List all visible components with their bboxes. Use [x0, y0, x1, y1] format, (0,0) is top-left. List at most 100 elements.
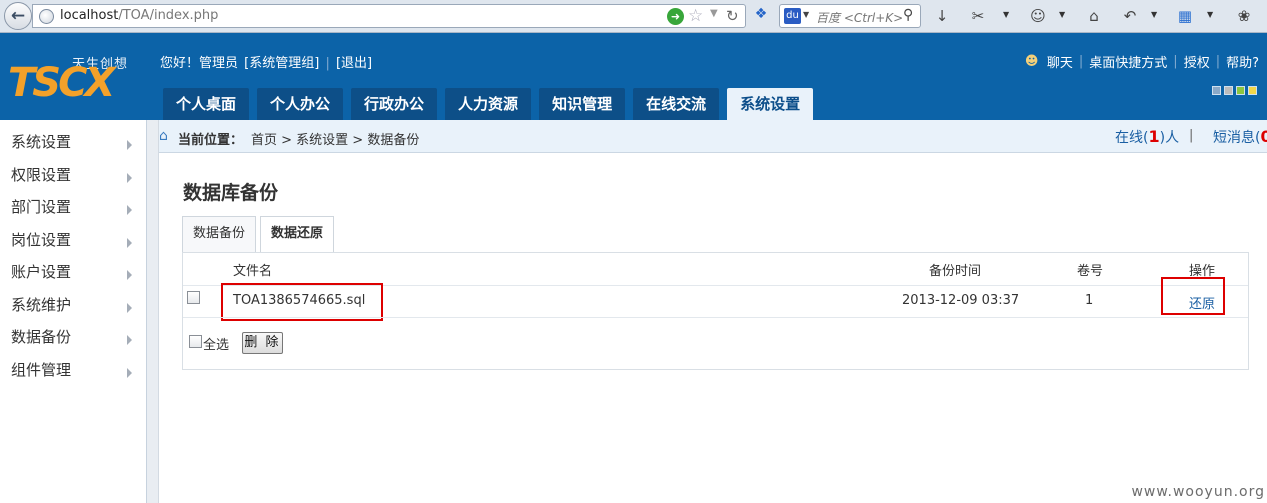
sidebar: 系统设置 权限设置 部门设置 岗位设置 账户设置 系统维护 数据备份 组件管理: [0, 120, 147, 503]
apps-dropdown-icon[interactable]: ▼: [1207, 10, 1213, 19]
skin-gray-dot[interactable]: [1224, 86, 1233, 95]
tab-data-restore[interactable]: 数据还原: [260, 216, 335, 253]
search-engine-dropdown-icon[interactable]: ▼: [803, 10, 809, 19]
skin-green-dot[interactable]: [1236, 86, 1245, 95]
search-placeholder: 百度 <Ctrl+K>: [816, 11, 904, 25]
bookmark-star-icon[interactable]: ☆: [688, 6, 703, 26]
sidebar-item-label: 系统维护: [11, 295, 72, 314]
row-volume: 1: [1085, 293, 1094, 308]
search-engine-box[interactable]: du ▼ 百度 <Ctrl+K> ⚲: [779, 4, 921, 28]
welcome-group: [系统管理组]: [244, 56, 320, 71]
sms-count: 0: [1260, 127, 1267, 146]
home-icon: ⌂: [159, 128, 168, 144]
page-title: 数据库备份: [183, 182, 279, 204]
undo-icon[interactable]: ↶: [1120, 6, 1140, 26]
sidebar-item-label: 组件管理: [11, 360, 72, 379]
chat-user-icon: ☻: [1024, 53, 1039, 69]
logout-link[interactable]: [退出]: [336, 56, 372, 71]
extension-icon[interactable]: ❖: [753, 6, 769, 22]
sidebar-item-positions[interactable]: 岗位设置: [0, 218, 146, 251]
logo-text: TSCX: [8, 63, 115, 103]
apps-grid-icon[interactable]: ▦: [1175, 6, 1195, 26]
go-arrow-icon[interactable]: ➜: [667, 8, 684, 25]
sms-link[interactable]: 短消息(0: [1213, 127, 1267, 147]
welcome-prefix: 您好！管理员: [160, 56, 239, 71]
back-arrow-icon[interactable]: ←: [4, 2, 32, 30]
online-prefix: 在线(: [1115, 130, 1149, 146]
watermark: www.wooyun.org: [1131, 484, 1265, 500]
globe-icon: [39, 9, 54, 24]
delete-button[interactable]: 删 除: [242, 332, 283, 354]
sidebar-item-maintenance[interactable]: 系统维护: [0, 283, 146, 316]
nav-tab-system-settings[interactable]: 系统设置: [727, 88, 814, 120]
chat-link[interactable]: 聊天: [1047, 52, 1073, 71]
nav-tab-knowledge[interactable]: 知识管理: [539, 88, 626, 120]
breadcrumb-bar: ⌂ 当前位置： 首页 > 系统设置 > 数据备份 在线(1)人 | 短消息(0: [159, 120, 1267, 153]
breadcrumb-path: 首页 > 系统设置 > 数据备份: [251, 133, 420, 148]
help-link[interactable]: 帮助?: [1226, 52, 1259, 71]
sms-prefix: 短消息(: [1213, 130, 1261, 146]
desktop-shortcut-link[interactable]: 桌面快捷方式: [1089, 52, 1167, 71]
sidebar-item-label: 部门设置: [11, 198, 72, 216]
nav-tab-personal-desktop[interactable]: 个人桌面: [163, 88, 250, 120]
sidebar-item-label: 系统设置: [11, 133, 72, 151]
addon-face-icon[interactable]: ☺: [1028, 6, 1048, 26]
row-divider: [183, 317, 1248, 318]
baidu-paw-icon[interactable]: du: [784, 8, 801, 24]
chevron-right-icon: [127, 172, 132, 183]
bug-icon[interactable]: ❀: [1234, 6, 1254, 26]
reload-icon[interactable]: ↻: [726, 7, 739, 25]
skin-blue-dot[interactable]: [1212, 86, 1221, 95]
skin-yellow-dot[interactable]: [1248, 86, 1257, 95]
row-checkbox[interactable]: [187, 291, 200, 304]
online-users-link[interactable]: 在线(1)人: [1115, 127, 1179, 147]
app-header: 天生创想 TSCX 您好！管理员 [系统管理组] | [退出] ☻ 聊天 | 桌…: [0, 33, 1267, 120]
chevron-right-icon: [127, 140, 132, 150]
sidebar-item-label: 数据备份: [11, 328, 72, 346]
select-all-checkbox[interactable]: [189, 335, 202, 348]
online-count: 1: [1148, 127, 1160, 146]
chevron-right-icon: [127, 367, 132, 378]
restore-link[interactable]: 还原: [1189, 293, 1215, 312]
address-bar[interactable]: localhost/TOA/index.php ➜ ☆ ▼ ↻: [32, 4, 746, 28]
addon-dropdown-icon[interactable]: ▼: [1059, 10, 1065, 19]
welcome-text: 您好！管理员 [系统管理组] | [退出]: [160, 56, 373, 71]
tab-data-backup[interactable]: 数据备份: [182, 216, 257, 252]
sidebar-item-components[interactable]: 组件管理: [0, 348, 146, 381]
nav-tab-online-chat[interactable]: 在线交流: [633, 88, 720, 120]
sidebar-splitter[interactable]: [147, 120, 159, 503]
download-icon[interactable]: ↓: [933, 6, 951, 26]
chevron-right-icon: [127, 270, 132, 280]
main-nav: 个人桌面 个人办公 行政办公 人力资源 知识管理 在线交流 系统设置: [163, 88, 814, 120]
history-dropdown-icon[interactable]: ▼: [710, 8, 718, 19]
sidebar-item-label: 权限设置: [11, 165, 72, 184]
chevron-right-icon: [127, 237, 132, 248]
license-link[interactable]: 授权: [1184, 52, 1210, 71]
nav-tab-personal-office[interactable]: 个人办公: [257, 88, 344, 120]
chevron-right-icon: [127, 205, 132, 215]
browser-toolbar: ← localhost/TOA/index.php ➜ ☆ ▼ ↻ ❖ du ▼…: [0, 0, 1267, 33]
backup-table: 文件名 备份时间 卷号 操作 TOA1386574665.sql 2013-12…: [182, 252, 1249, 370]
undo-dropdown-icon[interactable]: ▼: [1151, 10, 1157, 19]
screenshot-icon[interactable]: ✂: [968, 6, 988, 26]
search-icon[interactable]: ⚲: [903, 7, 913, 23]
sidebar-item-label: 岗位设置: [11, 230, 72, 249]
sidebar-item-accounts[interactable]: 账户设置: [0, 250, 146, 283]
sidebar-item-permissions[interactable]: 权限设置: [0, 153, 146, 186]
header-links: ☻ 聊天 | 桌面快捷方式 | 授权 | 帮助?: [1024, 52, 1259, 72]
column-header-time: 备份时间: [929, 264, 982, 279]
screenshot-dropdown-icon[interactable]: ▼: [1003, 10, 1009, 19]
select-all-label[interactable]: 全选: [203, 334, 229, 353]
sidebar-item-data-backup[interactable]: 数据备份: [0, 315, 146, 348]
sidebar-item-departments[interactable]: 部门设置: [0, 185, 146, 218]
nav-tab-admin-office[interactable]: 行政办公: [351, 88, 438, 120]
sidebar-item-system-settings[interactable]: 系统设置: [0, 120, 146, 153]
sidebar-item-label: 账户设置: [11, 263, 72, 281]
nav-tab-hr[interactable]: 人力资源: [445, 88, 532, 120]
breadcrumb: 当前位置： 首页 > 系统设置 > 数据备份: [178, 129, 419, 148]
skin-selector: [1212, 86, 1257, 95]
logo: 天生创想 TSCX: [8, 53, 146, 103]
home-icon[interactable]: ⌂: [1084, 6, 1104, 26]
content-tabs: 数据备份 数据还原: [182, 216, 335, 253]
chevron-right-icon: [127, 335, 132, 345]
